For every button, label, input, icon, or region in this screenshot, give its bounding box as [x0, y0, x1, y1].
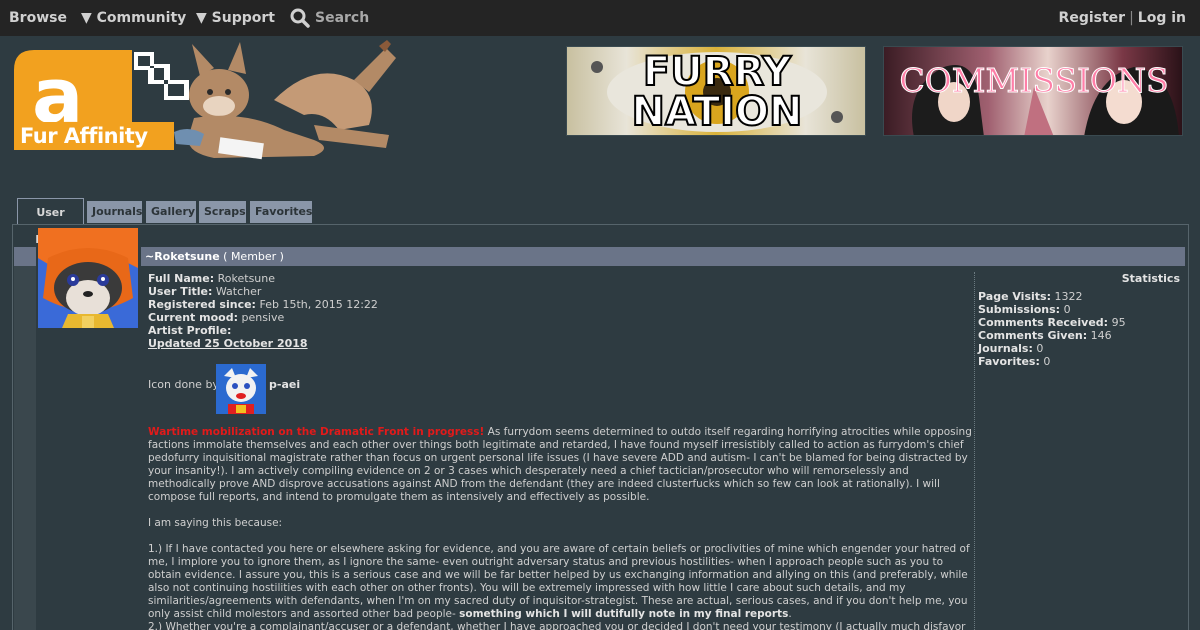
tab-journals[interactable]: Journals: [87, 201, 142, 223]
info-label: Registered since:: [148, 298, 256, 311]
tab-gallery[interactable]: Gallery: [146, 201, 196, 223]
banner1-line2: NATION: [631, 88, 804, 135]
info-row-registered: Registered since: Feb 15th, 2015 12:22: [148, 298, 973, 311]
nav-community-menu[interactable]: ▼ Community: [81, 0, 186, 36]
nav-search-button[interactable]: Search: [290, 0, 369, 36]
banner2-title: COMMISSIONS: [899, 61, 1169, 101]
nav-browse-link[interactable]: Browse: [9, 0, 67, 36]
info-label: Full Name:: [148, 272, 215, 285]
stat-label: Favorites:: [978, 355, 1040, 368]
info-label: User Title:: [148, 285, 213, 298]
stat-comments-received: Comments Received: 95: [978, 316, 1178, 329]
search-icon: [290, 8, 310, 28]
column-divider: [974, 272, 975, 630]
info-label: Artist Profile:: [148, 324, 232, 337]
credit-avatar-image: [216, 364, 266, 414]
bio-paragraph: 2.) Whether you're a complainant/accuser…: [148, 621, 966, 630]
icon-credit-user-link[interactable]: p-aei: [269, 378, 300, 391]
stat-value: 0: [1043, 355, 1051, 368]
statistics-list: Page Visits: 1322 Submissions: 0 Comment…: [978, 290, 1178, 368]
tab-scraps[interactable]: Scraps: [199, 201, 246, 223]
profile-bio: Wartime mobilization on the Dramatic Fro…: [148, 426, 973, 630]
icon-credit: Icon done by p-aei: [148, 364, 448, 414]
stat-value: 95: [1111, 316, 1126, 329]
info-row-full-name: Full Name: Roketsune: [148, 272, 973, 285]
tab-favorites[interactable]: Favorites: [250, 201, 312, 223]
fur-affinity-logo[interactable]: a Fur Affinity: [14, 40, 424, 162]
info-value: Feb 15th, 2015 12:22: [259, 298, 378, 311]
info-row-user-title: User Title: Watcher: [148, 285, 973, 298]
bio-text: .: [788, 608, 792, 620]
stat-value: 1322: [1054, 290, 1083, 303]
stat-value: 0: [1036, 342, 1044, 355]
logo-text: Fur Affinity: [20, 124, 148, 148]
info-row-artist-profile: Artist Profile:: [148, 324, 973, 337]
nav-support-menu[interactable]: ▼ Support: [196, 0, 275, 36]
stat-favorites: Favorites: 0: [978, 355, 1178, 368]
stat-label: Comments Received:: [978, 316, 1109, 329]
bio-paragraph: I am saying this because:: [148, 517, 283, 529]
bio-headline: Wartime mobilization on the Dramatic Fro…: [148, 426, 485, 438]
stat-journals: Journals: 0: [978, 342, 1178, 355]
profile-info: Full Name: Roketsune User Title: Watcher…: [148, 272, 973, 350]
stat-comments-given: Comments Given: 146: [978, 329, 1178, 342]
info-value: Roketsune: [217, 272, 276, 285]
stat-page-visits: Page Visits: 1322: [978, 290, 1178, 303]
furry-nation-banner[interactable]: FURRY NATION: [566, 46, 866, 136]
profile-username[interactable]: ~Roketsune: [145, 250, 220, 263]
avatar-image: [38, 228, 138, 328]
register-link[interactable]: Register: [1059, 10, 1126, 26]
bio-paragraph: Wartime mobilization on the Dramatic Fro…: [148, 426, 973, 504]
commissions-banner[interactable]: COMMISSIONS: [883, 46, 1183, 136]
profile-role: ( Member ): [223, 250, 284, 263]
tab-user-page[interactable]: User Page: [17, 198, 84, 246]
top-navigation-bar: Browse ▼ Community ▼ Support Search Regi…: [0, 0, 1200, 36]
nav-search-label: Search: [315, 10, 370, 26]
bio-emphasis: something which I will dutifully note in…: [459, 608, 789, 620]
auth-links: Register | Log in: [1059, 0, 1186, 36]
stat-label: Submissions:: [978, 303, 1061, 316]
profile-header: ~Roketsune ( Member ): [145, 247, 284, 266]
stat-submissions: Submissions: 0: [978, 303, 1178, 316]
stat-label: Page Visits:: [978, 290, 1051, 303]
stat-label: Comments Given:: [978, 329, 1088, 342]
statistics-title: Statistics: [1121, 272, 1180, 285]
info-row-mood: Current mood: pensive: [148, 311, 973, 324]
stat-value: 146: [1090, 329, 1112, 342]
info-value: Watcher: [215, 285, 262, 298]
bio-paragraph: 1.) If I have contacted you here or else…: [148, 543, 973, 621]
avatar[interactable]: [38, 228, 138, 328]
stat-label: Journals:: [978, 342, 1033, 355]
updated-date: Updated 25 October 2018: [148, 337, 308, 350]
stat-value: 0: [1063, 303, 1071, 316]
credit-user-avatar[interactable]: [216, 364, 266, 414]
login-link[interactable]: Log in: [1138, 10, 1186, 26]
auth-separator: |: [1129, 10, 1134, 26]
profile-side-strip: [14, 266, 36, 630]
info-value: pensive: [241, 311, 285, 324]
info-label: Current mood:: [148, 311, 238, 324]
icon-credit-label: Icon done by: [148, 378, 219, 391]
